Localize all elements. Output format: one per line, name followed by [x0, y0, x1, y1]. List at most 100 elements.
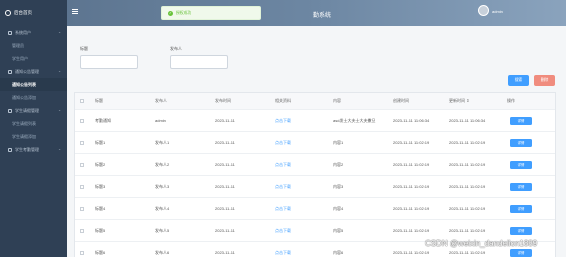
cell-publish-date: 2023-11-11 [215, 206, 235, 211]
col-updated[interactable]: 更新时间 ⇕ [449, 93, 469, 109]
col-title: 标题 [95, 98, 103, 103]
chevron-down-icon: ⌄ [58, 108, 61, 112]
col-attachment: 相关资料 [275, 98, 291, 103]
row-checkbox[interactable] [80, 162, 84, 167]
row-checkbox[interactable] [80, 140, 84, 145]
chevron-down-icon: ⌄ [58, 147, 61, 151]
col-publisher: 发布人 [155, 98, 167, 103]
row-checkbox[interactable] [80, 250, 84, 255]
detail-button[interactable]: 详情 [510, 226, 532, 235]
cell-updated: 2023-11-11 11:02:19 [449, 206, 486, 211]
leave-icon [8, 108, 12, 113]
top-header: 勤系统 admin [67, 0, 566, 26]
row-checkbox[interactable] [80, 228, 84, 233]
cell-title: 标题1 [95, 139, 106, 145]
download-link[interactable]: 点击下载 [275, 154, 291, 175]
cell-created: 2023-11-11 11:02:19 [393, 206, 430, 211]
cell-content: 内容3 [333, 183, 344, 189]
row-checkbox[interactable] [80, 184, 84, 189]
cell-publisher: 发布人5 [155, 227, 170, 233]
col-publish-date: 发布时间 [215, 98, 231, 103]
download-link[interactable]: 点击下载 [275, 110, 291, 131]
download-link[interactable]: 点击下载 [275, 132, 291, 153]
sidebar-item[interactable]: 学生请假添加 [0, 130, 67, 143]
sidebar-group[interactable]: 通知公告管理 ⌄ [0, 65, 67, 78]
avatar[interactable] [478, 5, 489, 16]
cell-publish-date: 2023-11-11 [215, 228, 235, 233]
check-icon: ✓ [168, 10, 173, 16]
user-icon [8, 30, 12, 35]
detail-button[interactable]: 详情 [510, 116, 532, 125]
search-button[interactable]: 搜索 [508, 75, 529, 86]
toast-message: 授权成功 [176, 10, 192, 15]
brand-label: 后台首页 [14, 10, 32, 15]
cell-title: 标题6 [95, 249, 106, 255]
cell-content: 内容4 [333, 205, 344, 211]
cell-content: 内容2 [333, 161, 344, 167]
cell-updated: 2023-11-11 11:02:19 [449, 228, 486, 233]
notice-table: 标题 发布人 发布时间 相关资料 内容 创建时间 更新时间 ⇕ 操作 考勤通知 a… [74, 92, 556, 257]
cell-title: 标题2 [95, 161, 106, 167]
publisher-filter-input[interactable] [170, 55, 228, 69]
notice-icon [8, 69, 12, 74]
download-link[interactable]: 点击下载 [275, 242, 291, 257]
cell-created: 2023-11-11 11:02:19 [393, 250, 430, 255]
brand[interactable]: 后台首页 [0, 0, 67, 26]
sidebar-item[interactable]: 通知公告列表 [0, 78, 67, 91]
username[interactable]: admin [492, 9, 503, 14]
download-link[interactable]: 点击下载 [275, 220, 291, 241]
cell-publish-date: 2023-11-11 [215, 250, 235, 255]
row-checkbox[interactable] [80, 206, 84, 211]
sidebar-item[interactable]: 通知公告添加 [0, 91, 67, 104]
cell-publisher: 发布人6 [155, 249, 170, 255]
detail-button[interactable]: 详情 [510, 204, 532, 213]
cell-created: 2023-11-11 11:02:19 [393, 162, 430, 167]
cell-created: 2023-11-11 11:06:34 [393, 118, 430, 123]
table-row: 标题2 发布人2 2023-11-11 点击下载 内容2 2023-11-11 11:02… [75, 154, 555, 176]
success-toast: ✓ 授权成功 [161, 6, 261, 20]
sidebar-item[interactable]: 学生请假列表 [0, 117, 67, 130]
cell-created: 2023-11-11 11:02:19 [393, 184, 430, 189]
table-row: 考勤通知 admin 2023-11-11 点击下载 asd发士大夫士大夫撒旦 2023-… [75, 110, 555, 132]
watermark: CSDN @weixin_dandelion1889 [425, 239, 538, 248]
cell-updated: 2023-11-11 11:06:34 [449, 118, 486, 123]
cell-updated: 2023-11-11 11:02:19 [449, 162, 486, 167]
title-filter-input[interactable] [80, 55, 138, 69]
cell-updated: 2023-11-11 11:02:19 [449, 140, 486, 145]
cell-title: 标题4 [95, 205, 106, 211]
select-all-checkbox[interactable] [80, 99, 84, 103]
delete-button[interactable]: 删除 [534, 75, 555, 86]
cell-publish-date: 2023-11-11 [215, 118, 235, 123]
cell-title: 标题5 [95, 227, 106, 233]
cell-title: 标题3 [95, 183, 106, 189]
cell-updated: 2023-11-11 11:02:19 [449, 184, 486, 189]
download-link[interactable]: 点击下载 [275, 176, 291, 197]
sidebar-group-label: 系统用户 [15, 29, 31, 35]
menu-toggle-icon[interactable] [72, 9, 78, 14]
col-created: 创建时间 [393, 98, 409, 103]
cell-publisher: admin [155, 118, 166, 123]
chevron-down-icon: ⌄ [58, 30, 61, 34]
sidebar-item[interactable]: 学生用户 [0, 52, 67, 65]
table-row: 标题4 发布人4 2023-11-11 点击下载 内容4 2023-11-11 11:02… [75, 198, 555, 220]
attendance-icon [8, 147, 12, 152]
download-link[interactable]: 点击下载 [275, 198, 291, 219]
sidebar-menu: 系统用户 ⌄ 管理员 学生用户 通知公告管理 ⌄ 通知公告列表 通知公告添加 学生请假管理 ⌄ 学生… [0, 26, 67, 156]
detail-button[interactable]: 详情 [510, 160, 532, 169]
detail-button[interactable]: 详情 [510, 138, 532, 147]
sidebar-group[interactable]: 学生考勤管理 ⌄ [0, 143, 67, 156]
cell-created: 2023-11-11 11:02:19 [393, 228, 430, 233]
sidebar-group[interactable]: 学生请假管理 ⌄ [0, 104, 67, 117]
detail-button[interactable]: 详情 [510, 182, 532, 191]
cell-content: asd发士大夫士大夫撒旦 [333, 117, 376, 123]
row-checkbox[interactable] [80, 118, 84, 123]
table-body: 考勤通知 admin 2023-11-11 点击下载 asd发士大夫士大夫撒旦 2023-… [75, 110, 555, 257]
cell-publish-date: 2023-11-11 [215, 162, 235, 167]
sidebar-group[interactable]: 系统用户 ⌄ [0, 26, 67, 39]
cell-publisher: 发布人2 [155, 161, 170, 167]
sidebar-item[interactable]: 管理员 [0, 39, 67, 52]
system-title: 勤系统 [313, 13, 332, 19]
table-row: 标题1 发布人1 2023-11-11 点击下载 内容1 2023-11-11 11:02… [75, 132, 555, 154]
detail-button[interactable]: 详情 [510, 248, 532, 257]
sidebar-group-label: 学生请假管理 [15, 107, 39, 113]
